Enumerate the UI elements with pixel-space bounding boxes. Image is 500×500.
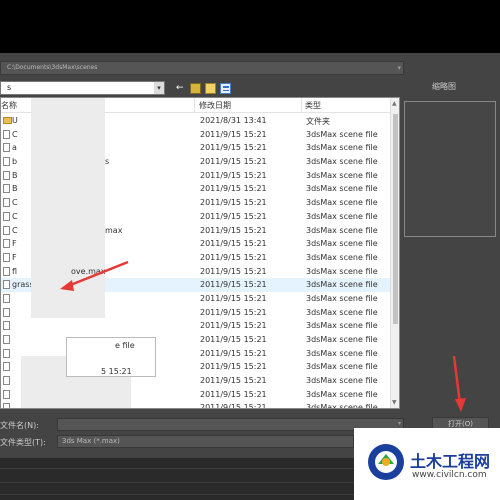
logo-icon xyxy=(368,444,404,480)
watermark: 土木工程网 www.civilcn.com xyxy=(354,428,500,500)
watermark-title: 土木工程网 xyxy=(410,452,491,471)
annotation-arrow xyxy=(452,355,466,412)
watermark-url: www.civilcn.com xyxy=(412,470,487,480)
